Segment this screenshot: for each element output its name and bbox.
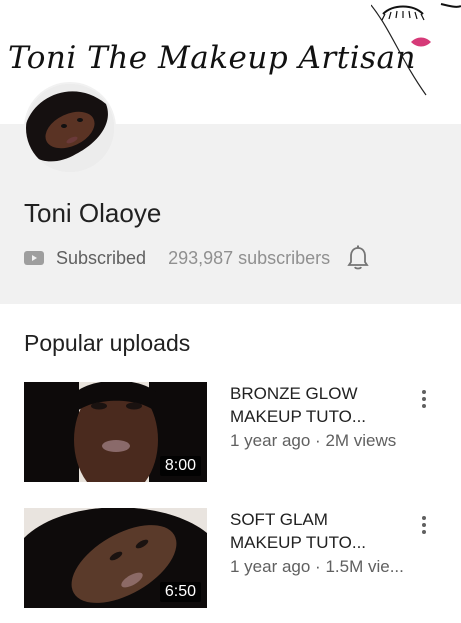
video-meta: 1 year ago · 1.5M vie... [230, 557, 404, 576]
subscriber-count: 293,987 subscribers [168, 247, 331, 268]
video-title: SOFT GLAM MAKEUP TUTO... [230, 508, 395, 554]
video-thumbnail[interactable]: 6:50 [24, 508, 207, 608]
popular-uploads-title: Popular uploads [24, 330, 191, 356]
channel-header: Toni Olaoye Subscribed 293,987 subscribe… [0, 82, 461, 304]
banner-face-illustration [371, 3, 461, 96]
channel-name: Toni Olaoye [24, 198, 162, 228]
channel-avatar[interactable] [24, 82, 116, 174]
video-duration: 6:50 [159, 582, 201, 602]
more-vert-icon[interactable] [420, 390, 428, 412]
video-item[interactable]: 8:00 BRONZE GLOW MAKEUP TUTO... 1 year a… [24, 382, 444, 482]
subscription-row: Subscribed 293,987 subscribers [24, 245, 434, 271]
video-title: BRONZE GLOW MAKEUP TUTO... [230, 382, 395, 428]
video-title-line: BRONZE GLOW [230, 384, 358, 403]
bell-icon[interactable] [346, 245, 370, 271]
more-vert-icon[interactable] [420, 516, 428, 538]
subscribed-button[interactable]: Subscribed [56, 248, 146, 269]
video-title-line: SOFT GLAM [230, 510, 328, 529]
youtube-play-icon [24, 251, 44, 265]
video-thumbnail[interactable]: 8:00 [24, 382, 207, 482]
video-duration: 8:00 [159, 456, 201, 476]
video-meta: 1 year ago · 2M views [230, 431, 397, 450]
video-title-line: MAKEUP TUTO... [230, 533, 367, 552]
video-title-line: MAKEUP TUTO... [230, 407, 367, 426]
banner-title: Toni The Makeup Artisan [8, 40, 416, 76]
video-item[interactable]: 6:50 SOFT GLAM MAKEUP TUTO... 1 year ago… [24, 508, 444, 608]
